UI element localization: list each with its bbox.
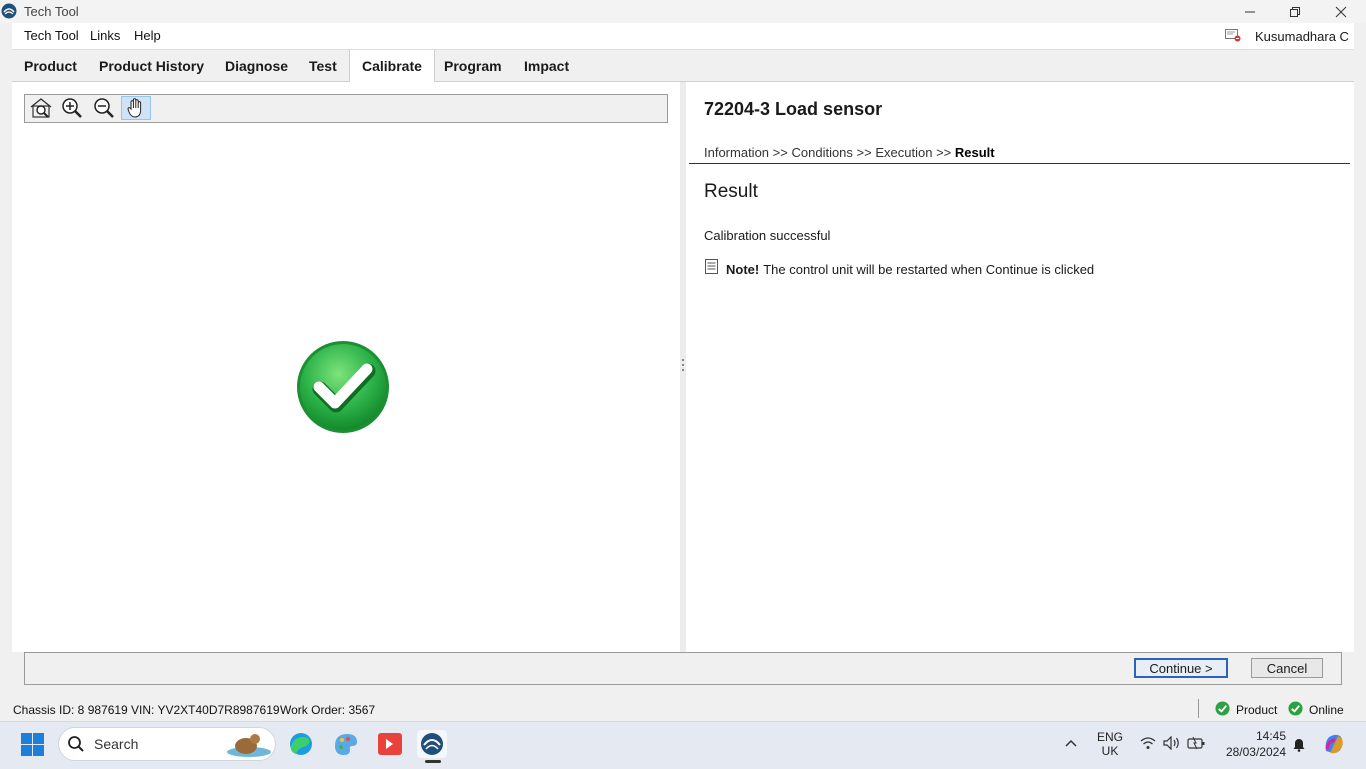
tech-tool-taskbar-icon xyxy=(421,733,443,755)
user-name[interactable]: Kusumadhara C xyxy=(1255,29,1349,44)
keyboard-layout: UK xyxy=(1101,744,1119,758)
window-title: Tech Tool xyxy=(24,4,79,19)
red-app-icon xyxy=(378,733,402,755)
online-status-ok-icon xyxy=(1288,701,1303,716)
minimize-icon xyxy=(1245,11,1255,12)
language-indicator[interactable]: ENG UK xyxy=(1094,730,1126,758)
menu-tech-tool[interactable]: Tech Tool xyxy=(24,28,79,43)
clock[interactable]: 14:45 28/03/2024 xyxy=(1216,729,1286,759)
restore-button[interactable] xyxy=(1272,0,1318,23)
clock-time: 14:45 xyxy=(1255,729,1286,743)
product-status: Product xyxy=(1236,703,1278,717)
zoom-fit-icon xyxy=(30,98,52,118)
procedure-title: 72204-3 Load sensor xyxy=(704,99,883,119)
zoom-out-icon xyxy=(94,98,114,118)
note-icon xyxy=(705,259,718,274)
vin: VIN: YV2XT40D7R8987619 xyxy=(131,703,280,717)
battery-icon[interactable] xyxy=(1187,736,1205,750)
tab-diagnose[interactable]: Diagnose xyxy=(213,50,300,81)
splitter-grip-icon xyxy=(682,359,684,371)
pan-button[interactable] xyxy=(121,96,151,120)
breadcrumb-step-information: Information xyxy=(704,145,770,160)
pan-hand-icon xyxy=(127,98,142,118)
copilot-icon[interactable] xyxy=(1321,731,1347,757)
tab-program[interactable]: Program xyxy=(432,50,514,81)
taskbar-edge[interactable] xyxy=(286,730,316,758)
active-app-indicator xyxy=(425,760,441,763)
breadcrumb-step-result: Result xyxy=(954,145,995,160)
restore-icon xyxy=(1290,6,1300,17)
search-placeholder: Search xyxy=(94,736,139,752)
success-check-icon xyxy=(297,341,389,433)
breadcrumb-separator: >> xyxy=(936,145,952,160)
clock-date: 28/03/2024 xyxy=(1225,745,1286,759)
windows-start-icon[interactable] xyxy=(21,733,44,756)
breadcrumb-separator: >> xyxy=(772,145,788,160)
breadcrumb-separator: >> xyxy=(856,145,872,160)
paint-app-icon xyxy=(335,734,357,755)
note-text: The control unit will be restarted when … xyxy=(763,262,1095,277)
tab-test[interactable]: Test xyxy=(297,50,349,81)
search-highlight-icon xyxy=(227,734,271,757)
chevron-up-icon[interactable] xyxy=(1064,738,1078,748)
volume-icon[interactable] xyxy=(1163,736,1181,750)
taskbar-app-red[interactable] xyxy=(375,730,405,758)
tech-tool-logo-icon xyxy=(1,3,17,19)
tab-impact[interactable]: Impact xyxy=(512,50,581,81)
work-order: Work Order: 3567 xyxy=(280,703,376,717)
menu-help[interactable]: Help xyxy=(134,28,161,43)
menu-links[interactable]: Links xyxy=(90,28,120,43)
tab-calibrate[interactable]: Calibrate xyxy=(349,50,435,82)
online-status: Online xyxy=(1309,703,1344,717)
breadcrumb-step-execution: Execution xyxy=(875,145,933,160)
result-heading: Result xyxy=(704,181,758,202)
status-separator xyxy=(1198,699,1199,718)
notification-bell-icon[interactable] xyxy=(1292,736,1306,752)
tab-product[interactable]: Product xyxy=(12,50,89,81)
chassis-id: Chassis ID: 8 987619 xyxy=(13,703,128,717)
note-label: Note! xyxy=(726,262,760,277)
language-code: ENG xyxy=(1096,730,1123,744)
taskbar-paint[interactable] xyxy=(331,730,361,758)
result-message: Calibration successful xyxy=(704,228,831,243)
note: Note! The control unit will be restarted … xyxy=(726,262,1094,277)
taskbar-tech-tool[interactable] xyxy=(417,730,447,758)
close-button[interactable] xyxy=(1318,0,1364,23)
product-status-ok-icon xyxy=(1215,701,1230,716)
breadcrumb-step-conditions: Conditions xyxy=(791,145,853,160)
edge-browser-icon xyxy=(290,733,312,755)
wifi-icon[interactable] xyxy=(1140,736,1156,750)
zoom-in-button[interactable] xyxy=(57,96,87,120)
close-icon xyxy=(1335,6,1347,17)
procedure-panel xyxy=(686,82,1354,652)
zoom-out-button[interactable] xyxy=(89,96,119,120)
search-icon xyxy=(68,736,84,752)
title-bar xyxy=(0,0,1366,23)
zoom-in-icon xyxy=(62,98,82,118)
minimize-button[interactable] xyxy=(1227,0,1273,23)
cancel-button[interactable]: Cancel xyxy=(1251,658,1323,678)
zoom-fit-button[interactable] xyxy=(26,96,56,120)
divider xyxy=(689,163,1350,164)
breadcrumb: Information >> Conditions >> Execution >… xyxy=(704,145,995,160)
user-card-icon xyxy=(1225,29,1241,42)
continue-button[interactable]: Continue > xyxy=(1134,658,1228,678)
menu-bar xyxy=(12,23,1354,50)
tab-product-history[interactable]: Product History xyxy=(87,50,216,81)
